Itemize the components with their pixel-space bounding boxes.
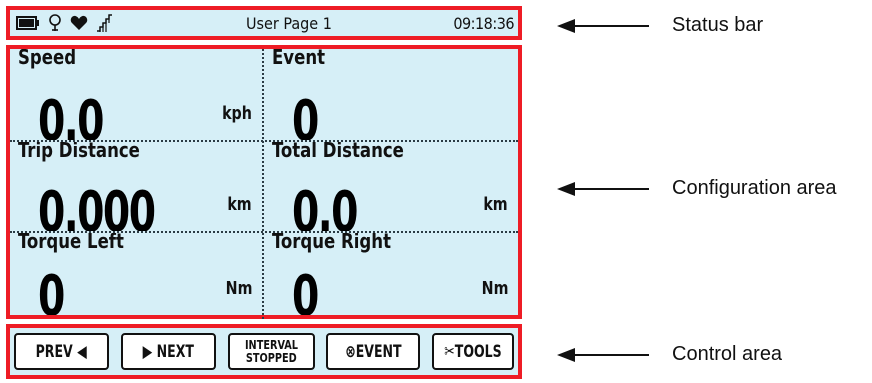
arrow-line [575,187,649,190]
field-value: 0 [292,264,319,316]
gps-icon [49,14,61,31]
event-button[interactable]: ⊗EVENT [326,333,421,370]
field-label: Torque Right [272,233,391,253]
annotation-label: Configuration area [672,177,837,199]
status-bar: User Page 1 09:18:36 [10,10,518,36]
field-torque-right[interactable]: Torque Right 0 Nm [264,233,518,315]
field-value: 0.0 [38,89,104,141]
heart-icon [70,15,88,30]
prev-button[interactable]: PREV ◀ [14,333,109,370]
field-event[interactable]: Event 0 [264,49,518,140]
control-area-annotation: Control area [557,343,782,366]
status-icons [16,13,206,33]
field-value: 0.0 [292,180,358,232]
prev-button-label: PREV ◀ [35,341,88,362]
annotation-label: Status bar [672,14,764,36]
field-unit: km [227,194,252,215]
field-label: Trip Distance [18,142,140,162]
arrow-left-icon [557,181,575,196]
status-bar-annotation: Status bar [557,14,763,37]
field-label: Torque Left [18,233,124,253]
battery-icon [16,16,39,30]
config-area-annotation: Configuration area [557,177,837,200]
page-title: User Page 1 [246,13,332,33]
field-total-distance[interactable]: Total Distance 0.0 km [264,142,518,231]
clock-time: 09:18:36 [453,13,514,33]
next-button-label: ▶ NEXT [142,341,194,362]
interval-button[interactable]: INTERVAL STOPPED [227,333,315,370]
arrow-left-icon [557,347,575,362]
field-value: 0.000 [38,180,156,232]
next-button[interactable]: ▶ NEXT [120,333,216,370]
field-unit: kph [222,103,252,124]
field-value: 0 [38,264,65,316]
field-label: Speed [18,49,77,69]
field-speed[interactable]: Speed 0.0 kph [10,49,262,140]
field-unit: Nm [225,278,252,299]
field-torque-left[interactable]: Torque Left 0 Nm [10,233,262,315]
field-value: 0 [292,89,319,141]
arrow-left-icon [557,18,575,33]
field-label: Total Distance [272,142,404,162]
configuration-area: Speed 0.0 kph Event 0 Trip Distance 0.00… [10,49,518,319]
tools-button[interactable]: ✂TOOLS [432,333,514,370]
arrow-line [575,353,649,356]
interval-line-2: STOPPED [245,350,297,365]
field-label: Event [272,49,326,69]
control-area: PREV ◀ ▶ NEXT INTERVAL STOPPED ⊗EVENT ✂T… [10,328,518,375]
signal-icon [97,14,112,32]
tools-button-label: ✂TOOLS [444,341,502,362]
field-unit: Nm [481,278,508,299]
event-button-label: ⊗EVENT [345,341,402,362]
field-unit: km [483,194,508,215]
field-trip-distance[interactable]: Trip Distance 0.000 km [10,142,262,231]
arrow-line [575,24,649,27]
annotation-label: Control area [672,343,783,365]
